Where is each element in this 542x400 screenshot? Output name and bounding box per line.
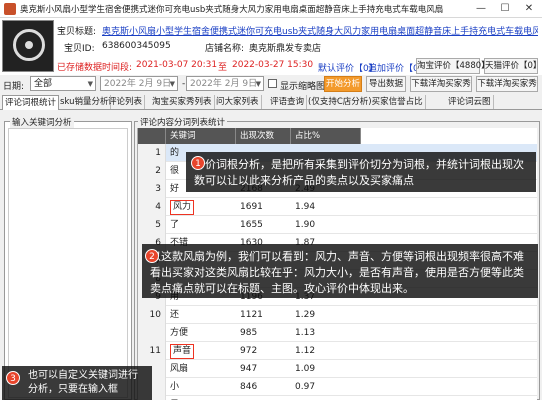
keyword-cell: 了: [170, 220, 180, 230]
chevron-down-icon: ▼: [87, 80, 93, 88]
keyword-cell: 好: [170, 184, 180, 194]
percent-cell: 1.90: [295, 220, 316, 230]
product-id: 638600345095: [102, 41, 171, 51]
annotation-badge-2: 2: [145, 249, 159, 263]
window-title: 奥克斯小风扇小型学生宿舍便携式迷你可充电usb夹式随身大风力家用电扇桌面超静音床…: [20, 5, 444, 15]
tab-buyer-credit[interactable]: (仅支持C店分析)买家信誉占比: [306, 95, 426, 109]
tab-word-cloud[interactable]: 评论词云图: [446, 95, 494, 109]
annotation-badge-3: 3: [6, 371, 20, 385]
table-row[interactable]: 11 声音 972 1.12: [138, 342, 537, 360]
word-list-title: 评论内容分词列表统计: [138, 116, 228, 128]
table-row[interactable]: 5 了 1655 1.90: [138, 216, 537, 234]
download-buyer-show-button[interactable]: 下载洋淘买家秀: [410, 76, 472, 92]
row-number: 11: [138, 342, 166, 360]
tab-review-list[interactable]: 评论列表: [106, 95, 146, 109]
keyword-cell: 风力: [170, 200, 195, 215]
tab-sku-sales[interactable]: sku销量分析: [58, 95, 112, 109]
app-icon: [4, 3, 16, 15]
tab-keyword-stats[interactable]: 评论词根统计: [2, 95, 60, 110]
start-analysis-button[interactable]: 开始分析: [324, 76, 362, 92]
percent-cell: 0.97: [295, 382, 316, 392]
count-cell: 1121: [240, 310, 263, 320]
product-thumbnail: [2, 20, 54, 72]
percent-cell: 1.94: [295, 202, 316, 212]
annotation-1: 评价词根分析，是把所有采集到评价切分为词根，并统计词根出现次数可以让以此来分析产…: [186, 152, 536, 192]
date-separator: -: [182, 79, 186, 89]
keyword-input[interactable]: [8, 128, 128, 398]
table-row[interactable]: 风扇 947 1.09: [138, 360, 537, 378]
keyword-cell: 还: [170, 310, 180, 320]
show-thumbs-label: 显示缩略图: [280, 82, 326, 92]
range-start: 2021-03-07 20:31: [136, 60, 218, 70]
annotation-badge-1: 1: [191, 156, 205, 170]
keyword-cell: 风扇: [170, 364, 189, 374]
percent-cell: 1.09: [295, 364, 316, 374]
minimize-icon[interactable]: —: [470, 1, 492, 17]
range-end: 2022-03-27 15:30: [232, 60, 314, 70]
annotation-2: 以这款风扇为例，我们可以看到：风力、声音、方便等词根出现频率很高不难看出买家对这…: [142, 244, 538, 298]
row-number: 5: [138, 216, 166, 234]
count-cell: 985: [240, 328, 258, 338]
close-icon[interactable]: ✕: [518, 1, 540, 17]
table-row[interactable]: 是 812 0.93: [138, 396, 537, 400]
date-label: 日期:: [3, 82, 25, 92]
from-date-picker[interactable]: 2022年 2月 9日 ▼: [100, 76, 178, 91]
tab-ask-everyone[interactable]: 问大家列表: [214, 95, 262, 109]
percent-cell: 1.12: [295, 346, 316, 356]
keyword-cell: 很: [170, 166, 180, 176]
table-row[interactable]: 10 还 1121 1.29: [138, 306, 537, 324]
id-label: 宝贝ID:: [64, 44, 95, 54]
chevron-down-icon: ▼: [255, 80, 261, 88]
shop-label: 店铺名称:: [205, 44, 245, 54]
count-cell: 947: [240, 364, 258, 374]
row-number: 1: [138, 144, 166, 162]
show-thumbs-checkbox[interactable]: [268, 79, 277, 88]
keyword-cell: 声音: [170, 344, 195, 359]
tab-comment-query[interactable]: 评语查询: [268, 95, 308, 109]
table-row[interactable]: 方便 985 1.13: [138, 324, 537, 342]
taobao-review-button[interactable]: 淘宝评价【4880】: [416, 58, 490, 74]
maximize-icon[interactable]: ☐: [494, 1, 516, 17]
keyword-input-title: 输入关键词分析: [10, 116, 74, 128]
export-data-button[interactable]: 导出数据: [366, 76, 406, 92]
row-number: 10: [138, 306, 166, 324]
row-number-header: [138, 128, 166, 144]
tab-bar: 评论词根统计 sku销量分析 评论列表 淘宝买家秀列表 问大家列表 评语查询 (…: [0, 95, 542, 110]
percent-cell: 1.13: [295, 328, 316, 338]
annotation-3: 也可以自定义关键词进行分析，只要在输入框: [2, 366, 152, 400]
column-header-percent[interactable]: 占比%: [291, 128, 361, 144]
count-cell: 972: [240, 346, 258, 356]
count-cell: 846: [240, 382, 258, 392]
keyword-cell: 的: [170, 148, 180, 158]
tab-buyer-show[interactable]: 淘宝买家秀列表: [150, 95, 215, 109]
range-label: 已存储数据时间段:: [57, 63, 133, 73]
row-number: 3: [138, 180, 166, 198]
download-buyer-show-button-2[interactable]: 下载洋淘买家秀: [476, 76, 538, 92]
count-cell: 1691: [240, 202, 263, 212]
title-bar: 奥克斯小风扇小型学生宿舍便携式迷你可充电usb夹式随身大风力家用电扇桌面超静音床…: [0, 0, 542, 18]
row-number: [138, 324, 166, 342]
count-cell: 1655: [240, 220, 263, 230]
column-header-count[interactable]: 出现次数: [236, 128, 291, 144]
column-header-keyword[interactable]: 关键词: [166, 128, 236, 144]
keyword-cell: 方便: [170, 328, 189, 338]
product-title-link[interactable]: 奥克斯小风扇小型学生宿舍便携式迷你可充电usb夹式随身大风力家用电扇桌面超静音床…: [102, 24, 538, 37]
shop-name: 奥克斯鼎发专卖店: [249, 44, 322, 54]
count-cell: 812: [240, 396, 257, 400]
to-date-picker[interactable]: 2022年 2月 9日 ▼: [186, 76, 264, 91]
row-number: 2: [138, 162, 166, 180]
chevron-down-icon: ▼: [169, 80, 175, 88]
table-row[interactable]: 4 风力 1691 1.94: [138, 198, 537, 216]
title-label: 宝贝标题:: [57, 27, 97, 37]
tmall-review-button[interactable]: 天猫评价【0】: [484, 58, 541, 74]
percent-cell: 1.29: [295, 310, 316, 320]
row-number: 4: [138, 198, 166, 216]
table-row[interactable]: 小 846 0.97: [138, 378, 537, 396]
range-separator: 至: [218, 63, 228, 73]
keyword-cell: 是: [170, 396, 179, 400]
keyword-cell: 小: [170, 382, 180, 392]
period-select[interactable]: 全部 ▼: [30, 76, 96, 91]
percent-cell: 0.93: [295, 396, 315, 400]
